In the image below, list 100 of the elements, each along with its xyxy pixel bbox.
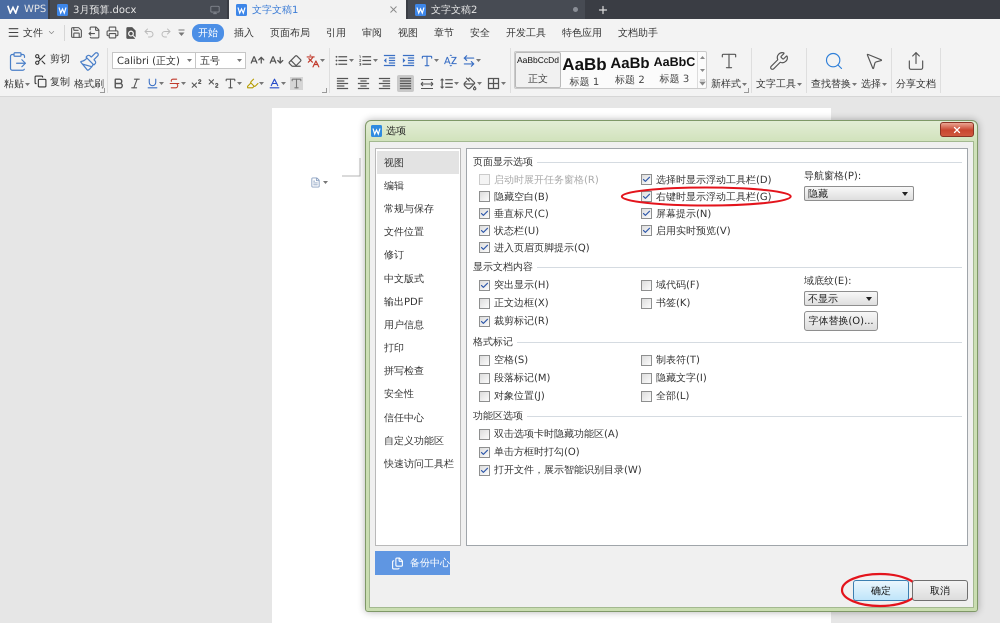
category-item[interactable]: 信任中心 bbox=[377, 406, 459, 430]
category-item[interactable]: 中文版式 bbox=[377, 266, 459, 290]
checkbox-option[interactable]: 段落标记(M) bbox=[479, 369, 550, 387]
checkbox[interactable] bbox=[479, 446, 490, 458]
borders-icon[interactable] bbox=[486, 76, 501, 91]
dropdown[interactable]: 不显示 bbox=[804, 291, 878, 306]
category-item[interactable]: 文件位置 bbox=[377, 220, 459, 244]
checkbox[interactable] bbox=[479, 191, 490, 202]
category-item[interactable]: 视图 bbox=[377, 151, 459, 174]
copy-button[interactable]: 复制 bbox=[33, 74, 71, 89]
print-icon[interactable] bbox=[106, 26, 119, 39]
subscript-icon[interactable] bbox=[207, 77, 220, 90]
category-item[interactable]: 拼写检查 bbox=[377, 360, 459, 383]
checkbox-option[interactable]: 正文边框(X) bbox=[479, 294, 549, 312]
checkbox[interactable] bbox=[479, 354, 490, 366]
checkbox-option[interactable]: 状态栏(U) bbox=[479, 222, 540, 239]
ribbon-tab[interactable]: 视图 bbox=[392, 24, 424, 42]
tool-button[interactable]: 选择 bbox=[860, 48, 888, 92]
group-launcher-icon[interactable] bbox=[100, 88, 105, 93]
checkbox-option[interactable]: 进入页眉页脚提示(Q) bbox=[479, 239, 590, 256]
checkbox[interactable] bbox=[641, 298, 652, 308]
checkbox-option[interactable]: 域代码(F) bbox=[641, 276, 700, 294]
category-item[interactable]: 编辑 bbox=[377, 174, 459, 198]
category-item[interactable]: 常规与保存 bbox=[377, 197, 459, 221]
ribbon-tab[interactable]: 插入 bbox=[228, 24, 260, 42]
type-icon[interactable] bbox=[420, 54, 434, 68]
style-item[interactable]: AaBbC 标题 3 bbox=[652, 52, 697, 88]
font-substitution-button[interactable]: 字体替换(O)... bbox=[804, 311, 878, 331]
category-item[interactable]: 安全性 bbox=[377, 382, 459, 406]
tab[interactable]: 文字文稿2 bbox=[408, 0, 585, 19]
alignment-button[interactable] bbox=[355, 75, 372, 92]
document-icon[interactable] bbox=[310, 177, 321, 188]
checkbox-option[interactable]: 书签(K) bbox=[641, 294, 690, 312]
checkbox-option[interactable]: 隐藏文字(I) bbox=[641, 369, 707, 387]
style-item[interactable]: AaBb 标题 2 bbox=[608, 52, 652, 88]
checkbox[interactable] bbox=[641, 174, 652, 185]
checkbox[interactable] bbox=[479, 280, 490, 290]
tab[interactable]: 文字文稿1 bbox=[229, 0, 406, 19]
checkbox-option[interactable]: 全部(L) bbox=[641, 387, 690, 405]
tab[interactable]: WPS bbox=[0, 0, 48, 19]
checkbox[interactable] bbox=[641, 225, 652, 236]
font-size-dropdown[interactable]: 五号 bbox=[196, 52, 246, 69]
checkbox[interactable] bbox=[479, 225, 490, 236]
ribbon-tab[interactable]: 开发工具 bbox=[500, 24, 552, 42]
checkbox-option[interactable]: 隐藏空白(B) bbox=[479, 188, 549, 205]
paste-button[interactable]: 粘贴 bbox=[3, 48, 31, 92]
alignment-button[interactable] bbox=[334, 75, 351, 92]
tool-button[interactable]: 新样式 bbox=[710, 48, 748, 92]
superscript-icon[interactable] bbox=[190, 77, 203, 90]
alignment-button[interactable] bbox=[397, 75, 414, 92]
checkbox[interactable] bbox=[479, 298, 490, 308]
format-painter-button[interactable]: 格式刷 bbox=[73, 48, 105, 92]
checkbox-option[interactable]: 屏幕提示(N) bbox=[641, 205, 712, 222]
cut-button[interactable]: 剪切 bbox=[33, 52, 71, 66]
sort-icon[interactable] bbox=[443, 53, 458, 68]
checkbox-option[interactable]: 制表符(T) bbox=[641, 351, 700, 369]
page-search-icon[interactable] bbox=[124, 26, 138, 40]
ribbon-tab[interactable]: 页面布局 bbox=[264, 24, 316, 42]
checkbox-option[interactable]: 打开文件，展示智能识别目录(W) bbox=[479, 461, 642, 479]
customize-dropdown-icon[interactable] bbox=[177, 28, 186, 37]
bold-icon[interactable] bbox=[112, 77, 125, 90]
checkbox[interactable] bbox=[479, 242, 490, 253]
category-item[interactable]: 打印 bbox=[377, 336, 459, 360]
dialog-button[interactable]: 取消 bbox=[912, 580, 968, 601]
category-item[interactable]: 修订 bbox=[377, 244, 459, 267]
checkbox-option[interactable]: 启用实时预览(V) bbox=[641, 222, 731, 239]
group-launcher-icon[interactable] bbox=[744, 88, 749, 93]
close-icon[interactable] bbox=[388, 4, 399, 15]
checkbox[interactable] bbox=[641, 390, 652, 402]
new-tab-icon[interactable] bbox=[597, 4, 609, 16]
bullet-list-icon[interactable] bbox=[334, 53, 349, 68]
style-item[interactable]: AaBb 标题 1 bbox=[561, 52, 608, 88]
tool-button[interactable]: 文字工具 bbox=[755, 48, 803, 92]
font-color-icon[interactable] bbox=[268, 77, 281, 90]
arrows-icon[interactable] bbox=[462, 54, 476, 68]
checkbox[interactable] bbox=[641, 280, 652, 290]
close-button[interactable] bbox=[940, 122, 974, 137]
checkbox[interactable] bbox=[479, 316, 490, 326]
indent-icon[interactable] bbox=[401, 53, 416, 68]
save-icon[interactable] bbox=[70, 26, 83, 39]
font-family-dropdown[interactable]: Calibri (正文) bbox=[112, 52, 196, 69]
eraser-icon[interactable] bbox=[288, 54, 302, 68]
line-spacing-icon[interactable] bbox=[439, 76, 454, 91]
translate-icon[interactable] bbox=[306, 54, 320, 68]
checkbox-option[interactable]: 垂直标尺(C) bbox=[479, 205, 549, 222]
dropdown[interactable]: 隐藏 bbox=[804, 186, 914, 201]
checkbox[interactable] bbox=[641, 354, 652, 366]
menu-icon[interactable] bbox=[7, 26, 20, 39]
checkbox[interactable] bbox=[479, 208, 490, 219]
ribbon-tab[interactable]: 文档助手 bbox=[612, 24, 664, 42]
category-item[interactable]: 用户信息 bbox=[377, 313, 459, 336]
ribbon-tab[interactable]: 章节 bbox=[428, 24, 460, 42]
checkbox-option[interactable]: 突出显示(H) bbox=[479, 276, 550, 294]
group-launcher-icon[interactable] bbox=[322, 88, 327, 93]
tool-button[interactable]: 分享文档 bbox=[895, 48, 937, 92]
tab[interactable]: 3月预算.docx bbox=[50, 0, 227, 19]
ribbon-tab[interactable]: 审阅 bbox=[356, 24, 388, 42]
file-export-icon[interactable] bbox=[88, 26, 101, 39]
category-item[interactable]: 自定义功能区 bbox=[377, 429, 459, 452]
checkbox-option[interactable]: 裁剪标记(R) bbox=[479, 312, 549, 330]
